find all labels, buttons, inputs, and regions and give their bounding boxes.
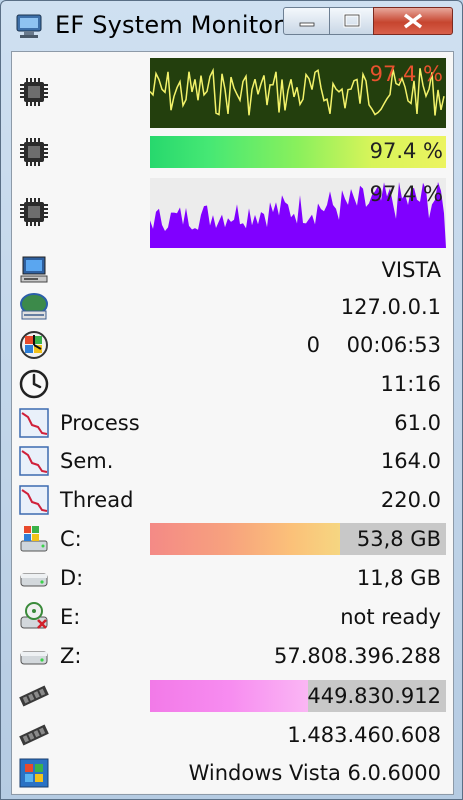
virtual-memory-row: 1.483.460.608 [12,716,453,755]
network-drive-icon [20,651,48,665]
counter-row-process: Process 61.0 [12,404,453,443]
computer-name: VISTA [381,258,441,282]
physical-memory-row: 449.830.912 [12,676,453,717]
physical-memory-fill [150,680,308,712]
counter-value: 61.0 [394,411,441,435]
cpu-chip-icon [20,138,48,166]
clock-row: 11:16 [12,364,453,405]
os-row: Windows Vista 6.0.6000 [12,754,453,793]
system-drive-icon [20,526,48,552]
app-window: EF System Monitor 97.4 % 97.4 % 97.4 % V… [0,0,463,800]
memory-module-icon [19,724,49,746]
windows-logo-icon [19,758,49,788]
close-icon [403,13,423,29]
minimize-button[interactable] [283,7,331,35]
computer-name-row: VISTA [12,252,453,289]
clock-time: 11:16 [380,372,441,396]
drive-row-e: E: not ready [12,598,453,637]
drive-label: C: [60,527,82,551]
drive-value: not ready [340,605,441,629]
counter-value: 220.0 [380,488,441,512]
monitor-app-icon [16,14,42,38]
drive-label: D: [60,566,84,590]
cpu-graph-row: 97.4 % [12,52,453,133]
memory-module-icon [19,685,49,707]
counter-label: Sem. [60,449,114,473]
uptime-clock-icon [20,331,48,359]
performance-chart-icon [19,408,49,438]
cpu-histogram-percent: 97.4 % [369,182,443,206]
cpu-graph-percent: 97.4 % [369,62,443,86]
os-version: Windows Vista 6.0.6000 [188,761,441,785]
counter-label: Thread [60,488,134,512]
cpu-chip-icon [20,78,48,106]
maximize-icon [343,13,361,28]
performance-chart-icon [19,485,49,515]
maximize-button[interactable] [329,7,375,35]
window-title: EF System Monitor [55,11,284,39]
cpu-bar-percent: 97.4 % [369,139,443,163]
hard-drive-icon [20,573,48,587]
performance-chart-icon [19,446,49,476]
drive-value: 11,8 GB [356,566,441,590]
cpu-chip-icon [20,198,48,226]
monitor-panel: 97.4 % 97.4 % 97.4 % VISTA 127.0.0.1 0 0… [11,51,454,795]
close-button[interactable] [373,7,453,35]
drive-row-c: C: 53,8 GB [12,520,453,559]
ip-address: 127.0.0.1 [340,295,441,319]
drive-value: 57.808.396.288 [274,644,441,668]
counter-row-semaphore: Sem. 164.0 [12,442,453,481]
minimize-icon [299,22,315,27]
uptime-row: 0 00:06:53 [12,326,453,365]
physical-memory-value: 449.830.912 [307,684,441,708]
network-globe-icon [20,293,48,320]
drive-c-usage-fill [150,523,340,555]
cpu-histogram-row: 97.4 % [12,172,453,253]
counter-label: Process [60,411,140,435]
drive-row-z: Z: 57.808.396.288 [12,636,453,677]
drive-label: Z: [60,644,82,668]
counter-value: 164.0 [380,449,441,473]
cpu-bar-row: 97.4 % [12,132,453,173]
drive-row-d: D: 11,8 GB [12,558,453,599]
cd-drive-icon [20,602,48,629]
drive-label: E: [60,605,81,629]
clock-icon [19,369,49,399]
uptime-value: 0 00:06:53 [306,333,441,357]
computer-icon [20,256,48,283]
counter-row-thread: Thread 220.0 [12,480,453,521]
virtual-memory-value: 1.483.460.608 [287,723,441,747]
title-bar[interactable]: EF System Monitor [1,1,462,49]
ip-row: 127.0.0.1 [12,288,453,327]
drive-value: 53,8 GB [356,527,441,551]
